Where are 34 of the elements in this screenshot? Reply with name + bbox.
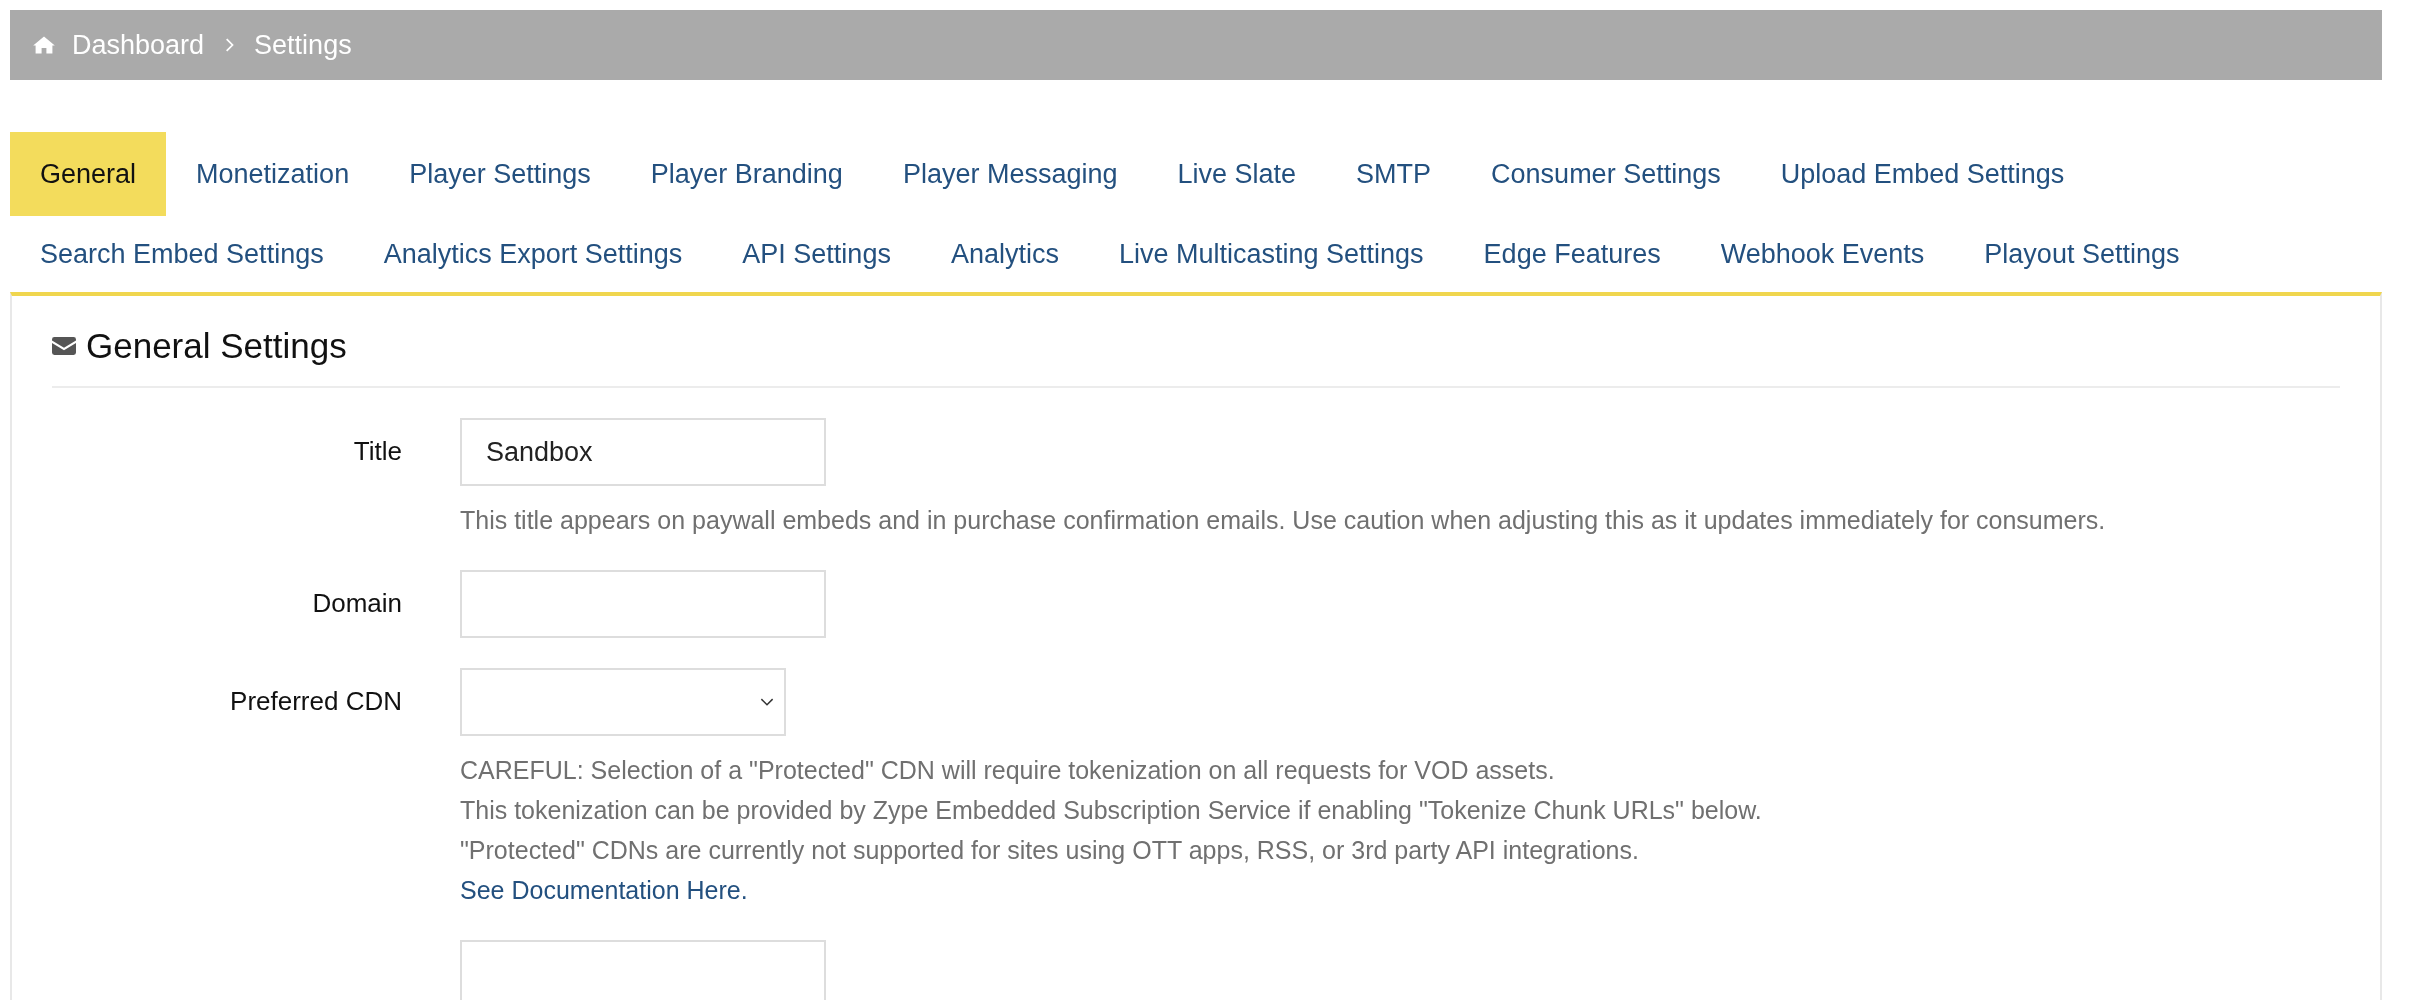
- tab[interactable]: Edge Features: [1453, 216, 1691, 292]
- tab[interactable]: Player Branding: [620, 132, 873, 216]
- tab[interactable]: Player Settings: [379, 132, 621, 216]
- tab[interactable]: Webhook Events: [1690, 216, 1955, 292]
- input-field[interactable]: [460, 570, 826, 638]
- tab[interactable]: General: [10, 132, 167, 216]
- input-field[interactable]: [460, 940, 826, 1000]
- tab[interactable]: Monetization: [166, 132, 380, 216]
- field-label: Preferred CDN: [230, 686, 402, 716]
- home-icon: [32, 35, 56, 55]
- field-label: Title: [353, 436, 402, 466]
- panel-heading: General Settings: [86, 326, 347, 366]
- tab[interactable]: Live Slate: [1147, 132, 1327, 216]
- tab[interactable]: Analytics: [920, 216, 1089, 292]
- tab[interactable]: Player Messaging: [872, 132, 1148, 216]
- tab[interactable]: Playout Settings: [1954, 216, 2210, 292]
- tab[interactable]: Consumer Settings: [1461, 132, 1751, 216]
- tab[interactable]: SMTP: [1326, 132, 1462, 216]
- tab[interactable]: Analytics Export Settings: [353, 216, 713, 292]
- documentation-link[interactable]: See Documentation Here.: [460, 876, 748, 904]
- input-field[interactable]: Sandbox: [460, 418, 826, 486]
- field-label: Domain: [312, 588, 402, 618]
- help-text: This title appears on paywall embeds and in purchase confirmation emails. Use caution when adjusting this as it updates immediately for consumers.: [460, 505, 2107, 536]
- help-text: This tokenization can be provided by Zype Embedded Subscription Service if enabling "Tokenize Chunk URLs" below.: [460, 795, 1763, 826]
- tab[interactable]: Upload Embed Settings: [1750, 132, 2095, 216]
- envelope-icon: [52, 337, 76, 355]
- tab[interactable]: Search Embed Settings: [10, 216, 354, 292]
- tab[interactable]: Live Multicasting Settings: [1088, 216, 1454, 292]
- chevron-down-icon: [760, 697, 774, 707]
- help-text: "Protected" CDNs are currently not supported for sites using OTT apps, RSS, or 3rd party API integrations.: [460, 835, 1640, 866]
- chevron-right-icon: [224, 38, 235, 52]
- tab[interactable]: API Settings: [712, 216, 921, 292]
- help-text: CAREFUL: Selection of a "Protected" CDN will require tokenization on all requests for VOD assets.: [460, 755, 1556, 786]
- select-field[interactable]: [460, 668, 786, 736]
